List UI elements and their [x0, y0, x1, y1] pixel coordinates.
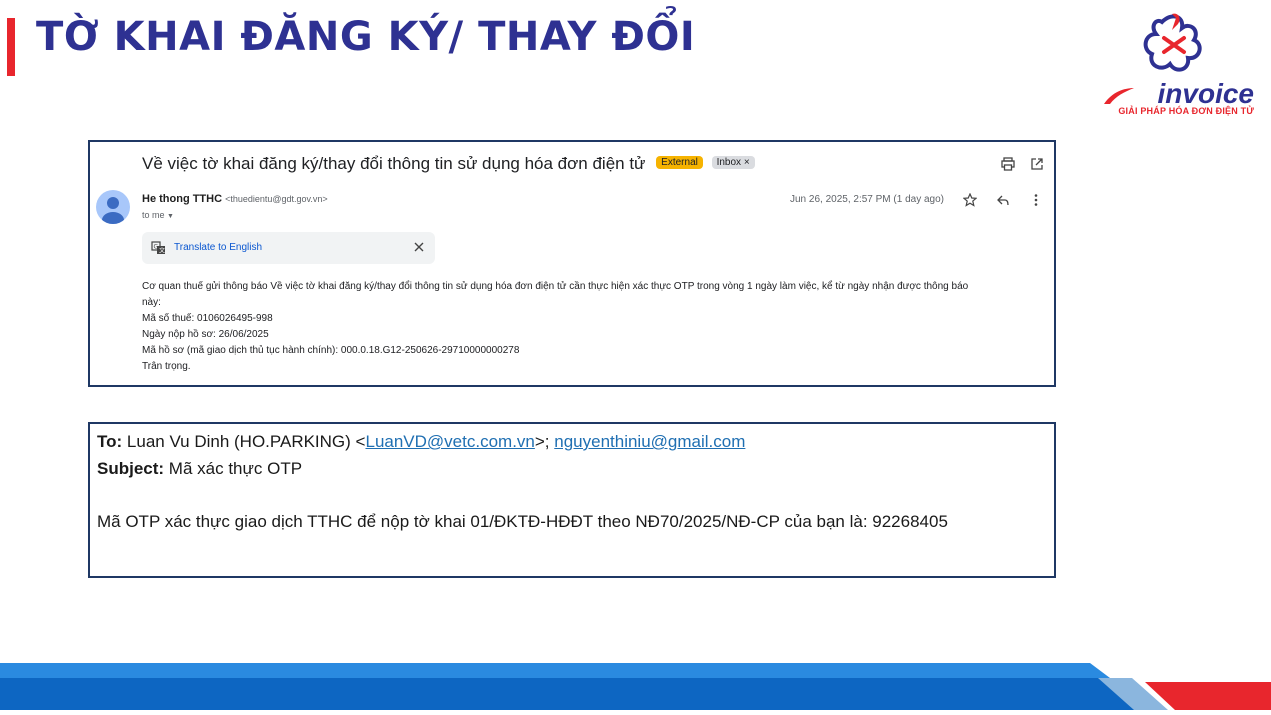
logo-mark-icon: [1143, 13, 1202, 72]
recipient-email-link-2[interactable]: nguyenthiniu@gmail.com: [554, 432, 745, 451]
sender-email: <thuedientu@gdt.gov.vn>: [225, 194, 328, 204]
otp-to-line: To: Luan Vu Dinh (HO.PARKING) <LuanVD@ve…: [97, 432, 745, 452]
inbox-label-chip[interactable]: Inbox ×: [711, 156, 755, 170]
more-options-icon[interactable]: [1028, 193, 1044, 209]
email-date: Jun 26, 2025, 2:57 PM (1 day ago): [790, 194, 944, 205]
otp-email-panel: To: Luan Vu Dinh (HO.PARKING) <LuanVD@ve…: [88, 422, 1056, 578]
body-line: Mã số thuế: 0106026495-998: [142, 313, 273, 324]
recipient-separator: >;: [534, 432, 555, 451]
body-line: Trân trọng.: [142, 361, 191, 372]
body-line: Cơ quan thuế gửi thông báo Về việc tờ kh…: [142, 281, 969, 292]
recipient-label: to me: [142, 210, 165, 220]
gmail-message-panel: Về việc tờ khai đăng ký/thay đổi thông t…: [88, 140, 1056, 387]
logo-tagline: GIẢI PHÁP HÓA ĐƠN ĐIỆN TỬ: [1118, 106, 1254, 116]
close-translate-icon[interactable]: [412, 240, 426, 254]
reply-icon[interactable]: [995, 193, 1011, 209]
sender-name[interactable]: He thong TTHC: [142, 193, 222, 205]
subject-label: Subject:: [97, 459, 165, 478]
svg-text:G: G: [154, 244, 159, 251]
footer-decoration: [0, 663, 1271, 710]
slide-title: TỜ KHAI ĐĂNG KÝ/ THAY ĐỔI: [36, 14, 696, 60]
chevron-down-icon[interactable]: ▼: [167, 213, 174, 220]
print-icon[interactable]: [1000, 157, 1016, 173]
sender-avatar: [96, 190, 130, 224]
body-line: Ngày nộp hồ sơ: 26/06/2025: [142, 329, 269, 340]
logo-wordmark: invoice: [1157, 78, 1254, 109]
star-icon[interactable]: [962, 192, 978, 209]
otp-subject-line: Subject: Mã xác thực OTP: [97, 459, 302, 479]
inbox-label-text: Inbox: [716, 157, 742, 169]
translate-banner: G 文 Translate to English: [142, 232, 435, 264]
recipient-email-link-1[interactable]: LuanVD@vetc.com.vn: [365, 432, 534, 451]
email-subject: Về việc tờ khai đăng ký/thay đổi thông t…: [142, 154, 755, 174]
open-in-new-window-icon[interactable]: [1029, 157, 1045, 173]
inbox-label-remove-icon[interactable]: ×: [744, 157, 750, 168]
recipient-dropdown[interactable]: to me ▼: [142, 210, 174, 220]
otp-message: Mã OTP xác thực giao dịch TTHC để nộp tờ…: [97, 512, 948, 531]
email-body: Cơ quan thuế gửi thông báo Về việc tờ kh…: [142, 279, 1042, 375]
sender-line: He thong TTHC <thuedientu@gdt.gov.vn>: [142, 193, 328, 205]
email-subject-text: Về việc tờ khai đăng ký/thay đổi thông t…: [142, 154, 646, 173]
body-line: Mã hồ sơ (mã giao dịch thủ tục hành chín…: [142, 345, 520, 356]
subject-value: Mã xác thực OTP: [168, 459, 303, 478]
translate-icon: G 文: [151, 241, 165, 255]
title-accent-bar: [7, 18, 15, 76]
external-badge: External: [656, 156, 703, 170]
to-label: To:: [97, 432, 123, 451]
translate-to-english-link[interactable]: Translate to English: [174, 242, 262, 253]
invoice-logo: invoice GIẢI PHÁP HÓA ĐƠN ĐIỆN TỬ: [1098, 6, 1258, 118]
body-line: này:: [142, 297, 161, 308]
to-name: Luan Vu Dinh (HO.PARKING) <: [126, 432, 366, 451]
svg-text:文: 文: [159, 247, 165, 255]
